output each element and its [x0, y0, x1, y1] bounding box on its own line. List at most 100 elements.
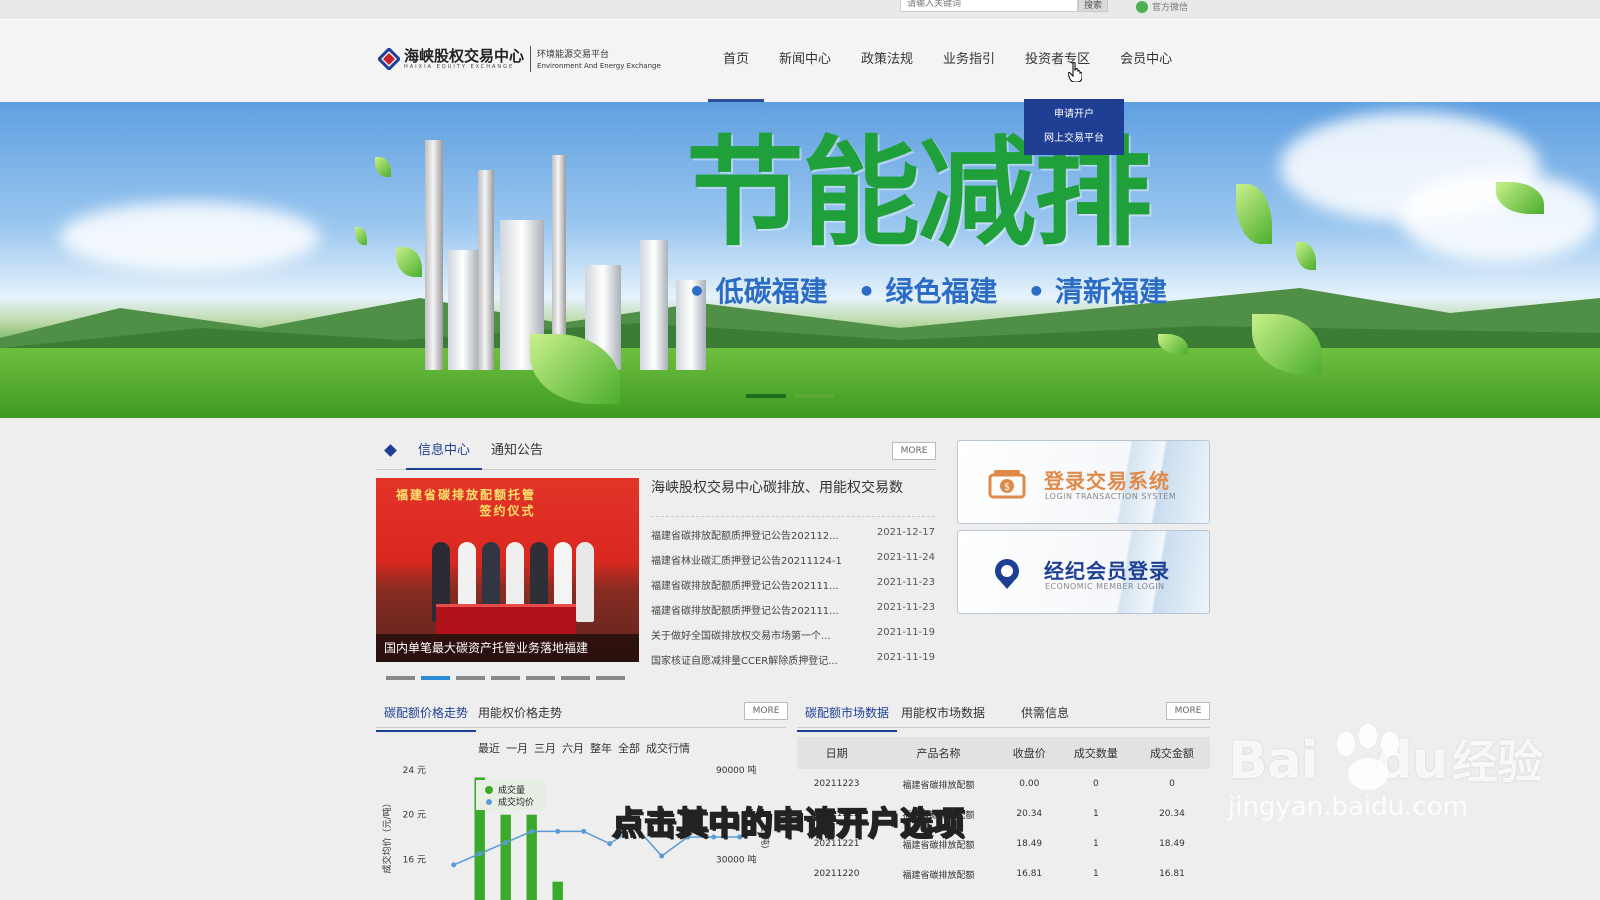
broker-login-button[interactable]: 经纪会员登录 ECONOMIC MEMBER LOGIN [957, 530, 1210, 614]
news-item[interactable]: 福建省碳排放配额质押登记公告202112... 2021-12-17 [651, 527, 935, 552]
broker-login-subtitle: ECONOMIC MEMBER LOGIN [1045, 582, 1165, 591]
filter-recent[interactable]: 最近 [478, 740, 500, 756]
news-headline[interactable]: 海峡股权交易中心碳排放、用能权交易数 [651, 478, 935, 500]
tab-carbon-market[interactable]: 碳配额市场数据 [797, 698, 897, 732]
headline-divider [651, 516, 935, 517]
nav-policy[interactable]: 政策法规 [846, 18, 928, 102]
tab-info-center[interactable]: 信息中心 [406, 436, 482, 470]
filter-three-months[interactable]: 三月 [534, 740, 556, 756]
photo-pager-dot[interactable] [526, 676, 555, 680]
col-close: 收盘价 [1000, 737, 1058, 769]
wechat-label: 官方微信 [1152, 3, 1189, 13]
banner-slogan: 绿色福建 [858, 270, 997, 310]
baidu-paw-icon [1337, 724, 1399, 790]
login-transaction-button[interactable]: $ 登录交易系统 LOGIN TRANSACTION SYSTEM [957, 440, 1210, 524]
hand-cursor-icon [1068, 62, 1082, 82]
filter-full-year[interactable]: 整年 [590, 740, 612, 756]
wechat-link[interactable]: 官方微信 [1136, 0, 1188, 13]
menu-item-open-account[interactable]: 申请开户 [1024, 103, 1124, 127]
logo-divider [530, 46, 532, 72]
y-tick-label: 24 元 [403, 766, 426, 776]
y2-tick-label: 90000 吨 [716, 764, 757, 776]
hero-banner[interactable]: 节能减排 低碳福建 绿色福建 清新福建 [0, 102, 1600, 418]
legend-price-label: 成交均价 [498, 796, 534, 808]
photo-pager-dot[interactable] [596, 676, 625, 680]
photo-pager-dot[interactable] [386, 676, 415, 680]
search-input[interactable] [900, 0, 1078, 12]
photo-banner-subtext: 签约仪式 [479, 504, 536, 518]
cell: 18.49 [1159, 839, 1185, 849]
news-item[interactable]: 福建省林业碳汇质押登记公告20211124-1 2021-11-24 [651, 552, 935, 577]
news-date: 2021-11-19 [876, 627, 935, 638]
photo-person [576, 542, 594, 622]
legend-price-marker [486, 799, 492, 805]
news-item[interactable]: 福建省碳排放配额质押登记公告202111... 2021-11-23 [651, 577, 935, 602]
site-logo[interactable]: 海峡股权交易中心 HAIXIA EQUITY EXCHANGE 环境能源交易平台… [378, 46, 661, 72]
y2-tick-label: 30000 吨 [716, 853, 757, 865]
cell: 1 [1092, 869, 1099, 879]
table-row[interactable]: 20211220 福建省碳排放配额 16.81 1 16.81 [797, 859, 1210, 889]
news-photo-slide[interactable]: 福建省碳排放配额托管 签约仪式 国内单笔最大碳资产托管业务落地福建 [376, 478, 639, 662]
banner-pager-dot[interactable] [794, 394, 834, 398]
photo-caption[interactable]: 国内单笔最大碳资产托管业务落地福建 [376, 634, 639, 662]
news-date: 2021-11-23 [876, 602, 935, 613]
cell: 福建省碳排放配额 [902, 780, 975, 791]
login-transaction-title: 登录交易系统 [1044, 469, 1170, 493]
logo-en: HAIXIA EQUITY EXCHANGE [404, 63, 515, 70]
price-trend-more-button[interactable]: MORE [744, 702, 788, 720]
tab-energy-price-trend[interactable]: 用能权价格走势 [478, 698, 562, 732]
banner-slogan: 低碳福建 [688, 270, 828, 310]
filter-trade-quotes[interactable]: 成交行情 [646, 740, 690, 756]
volume-bar [500, 814, 511, 900]
tab-supply-demand[interactable]: 供需信息 [1021, 698, 1069, 732]
logo-diamond-icon [378, 48, 400, 70]
member-badge-icon [995, 559, 1019, 589]
news-item[interactable]: 关于做好全国碳排放权交易市场第一个... 2021-11-19 [651, 627, 935, 652]
table-row[interactable]: 20211223 福建省碳排放配额 0.00 0 0 [797, 769, 1210, 799]
avg-price-point [477, 851, 483, 857]
nav-guide[interactable]: 业务指引 [928, 18, 1010, 102]
broker-login-title: 经纪会员登录 [1044, 559, 1170, 583]
tab-announcements[interactable]: 通知公告 [491, 436, 543, 470]
filter-one-month[interactable]: 一月 [506, 740, 528, 756]
cell: 1 [1092, 809, 1099, 819]
grass-field [0, 348, 1600, 418]
leaf-graphic [1236, 184, 1272, 244]
leaf-graphic [375, 157, 391, 177]
filter-six-months[interactable]: 六月 [562, 740, 584, 756]
nav-news[interactable]: 新闻中心 [764, 18, 846, 102]
photo-pager-dot[interactable] [456, 676, 485, 680]
photo-pager-dot[interactable] [421, 676, 450, 680]
legend-volume-marker [485, 786, 493, 794]
nav-member[interactable]: 会员中心 [1105, 18, 1187, 102]
chart-range-filters: 最近 一月 三月 六月 整年 全部 成交行情 [478, 740, 690, 756]
leaf-graphic [1296, 242, 1316, 270]
banner-pager-dot[interactable] [746, 394, 786, 398]
avg-price-point [503, 840, 509, 846]
tab-carbon-price-trend[interactable]: 碳配额价格走势 [376, 698, 476, 732]
baidu-jingyan-watermark: Bai du经验 jingyan.baidu.com [1228, 724, 1543, 822]
photo-pager-dot[interactable] [561, 676, 590, 680]
photo-pager-dot[interactable] [491, 676, 520, 680]
y-tick-label: 20 元 [403, 811, 426, 821]
avg-price-point [581, 828, 587, 834]
nav-home[interactable]: 首页 [708, 18, 765, 102]
news-item[interactable]: 国家核证自愿减排量CCER解除质押登记... 2021-11-19 [651, 652, 935, 677]
info-more-button[interactable]: MORE [892, 442, 936, 460]
filter-all[interactable]: 全部 [618, 740, 640, 756]
menu-item-online-trading[interactable]: 网上交易平台 [1024, 127, 1124, 151]
cell: 福建省碳排放配额 [902, 870, 975, 881]
news-item[interactable]: 福建省碳排放配额质押登记公告202111... 2021-11-23 [651, 602, 935, 627]
news-date: 2021-11-23 [876, 577, 935, 588]
price-trend-tabs: 碳配额价格走势 用能权价格走势 MORE [376, 698, 788, 732]
search-button[interactable]: 搜索 [1078, 0, 1108, 12]
photo-pager [386, 676, 625, 680]
col-amount: 成交金额 [1133, 737, 1210, 769]
market-more-button[interactable]: MORE [1166, 702, 1210, 720]
leaf-graphic [396, 247, 422, 277]
platform-name: 环境能源交易平台 [537, 49, 610, 60]
tab-energy-market[interactable]: 用能权市场数据 [901, 698, 985, 732]
nav-investor[interactable]: 投资者专区 [1010, 18, 1105, 102]
avg-price-point [659, 853, 665, 859]
platform-en: Environment And Energy Exchange [537, 61, 661, 70]
